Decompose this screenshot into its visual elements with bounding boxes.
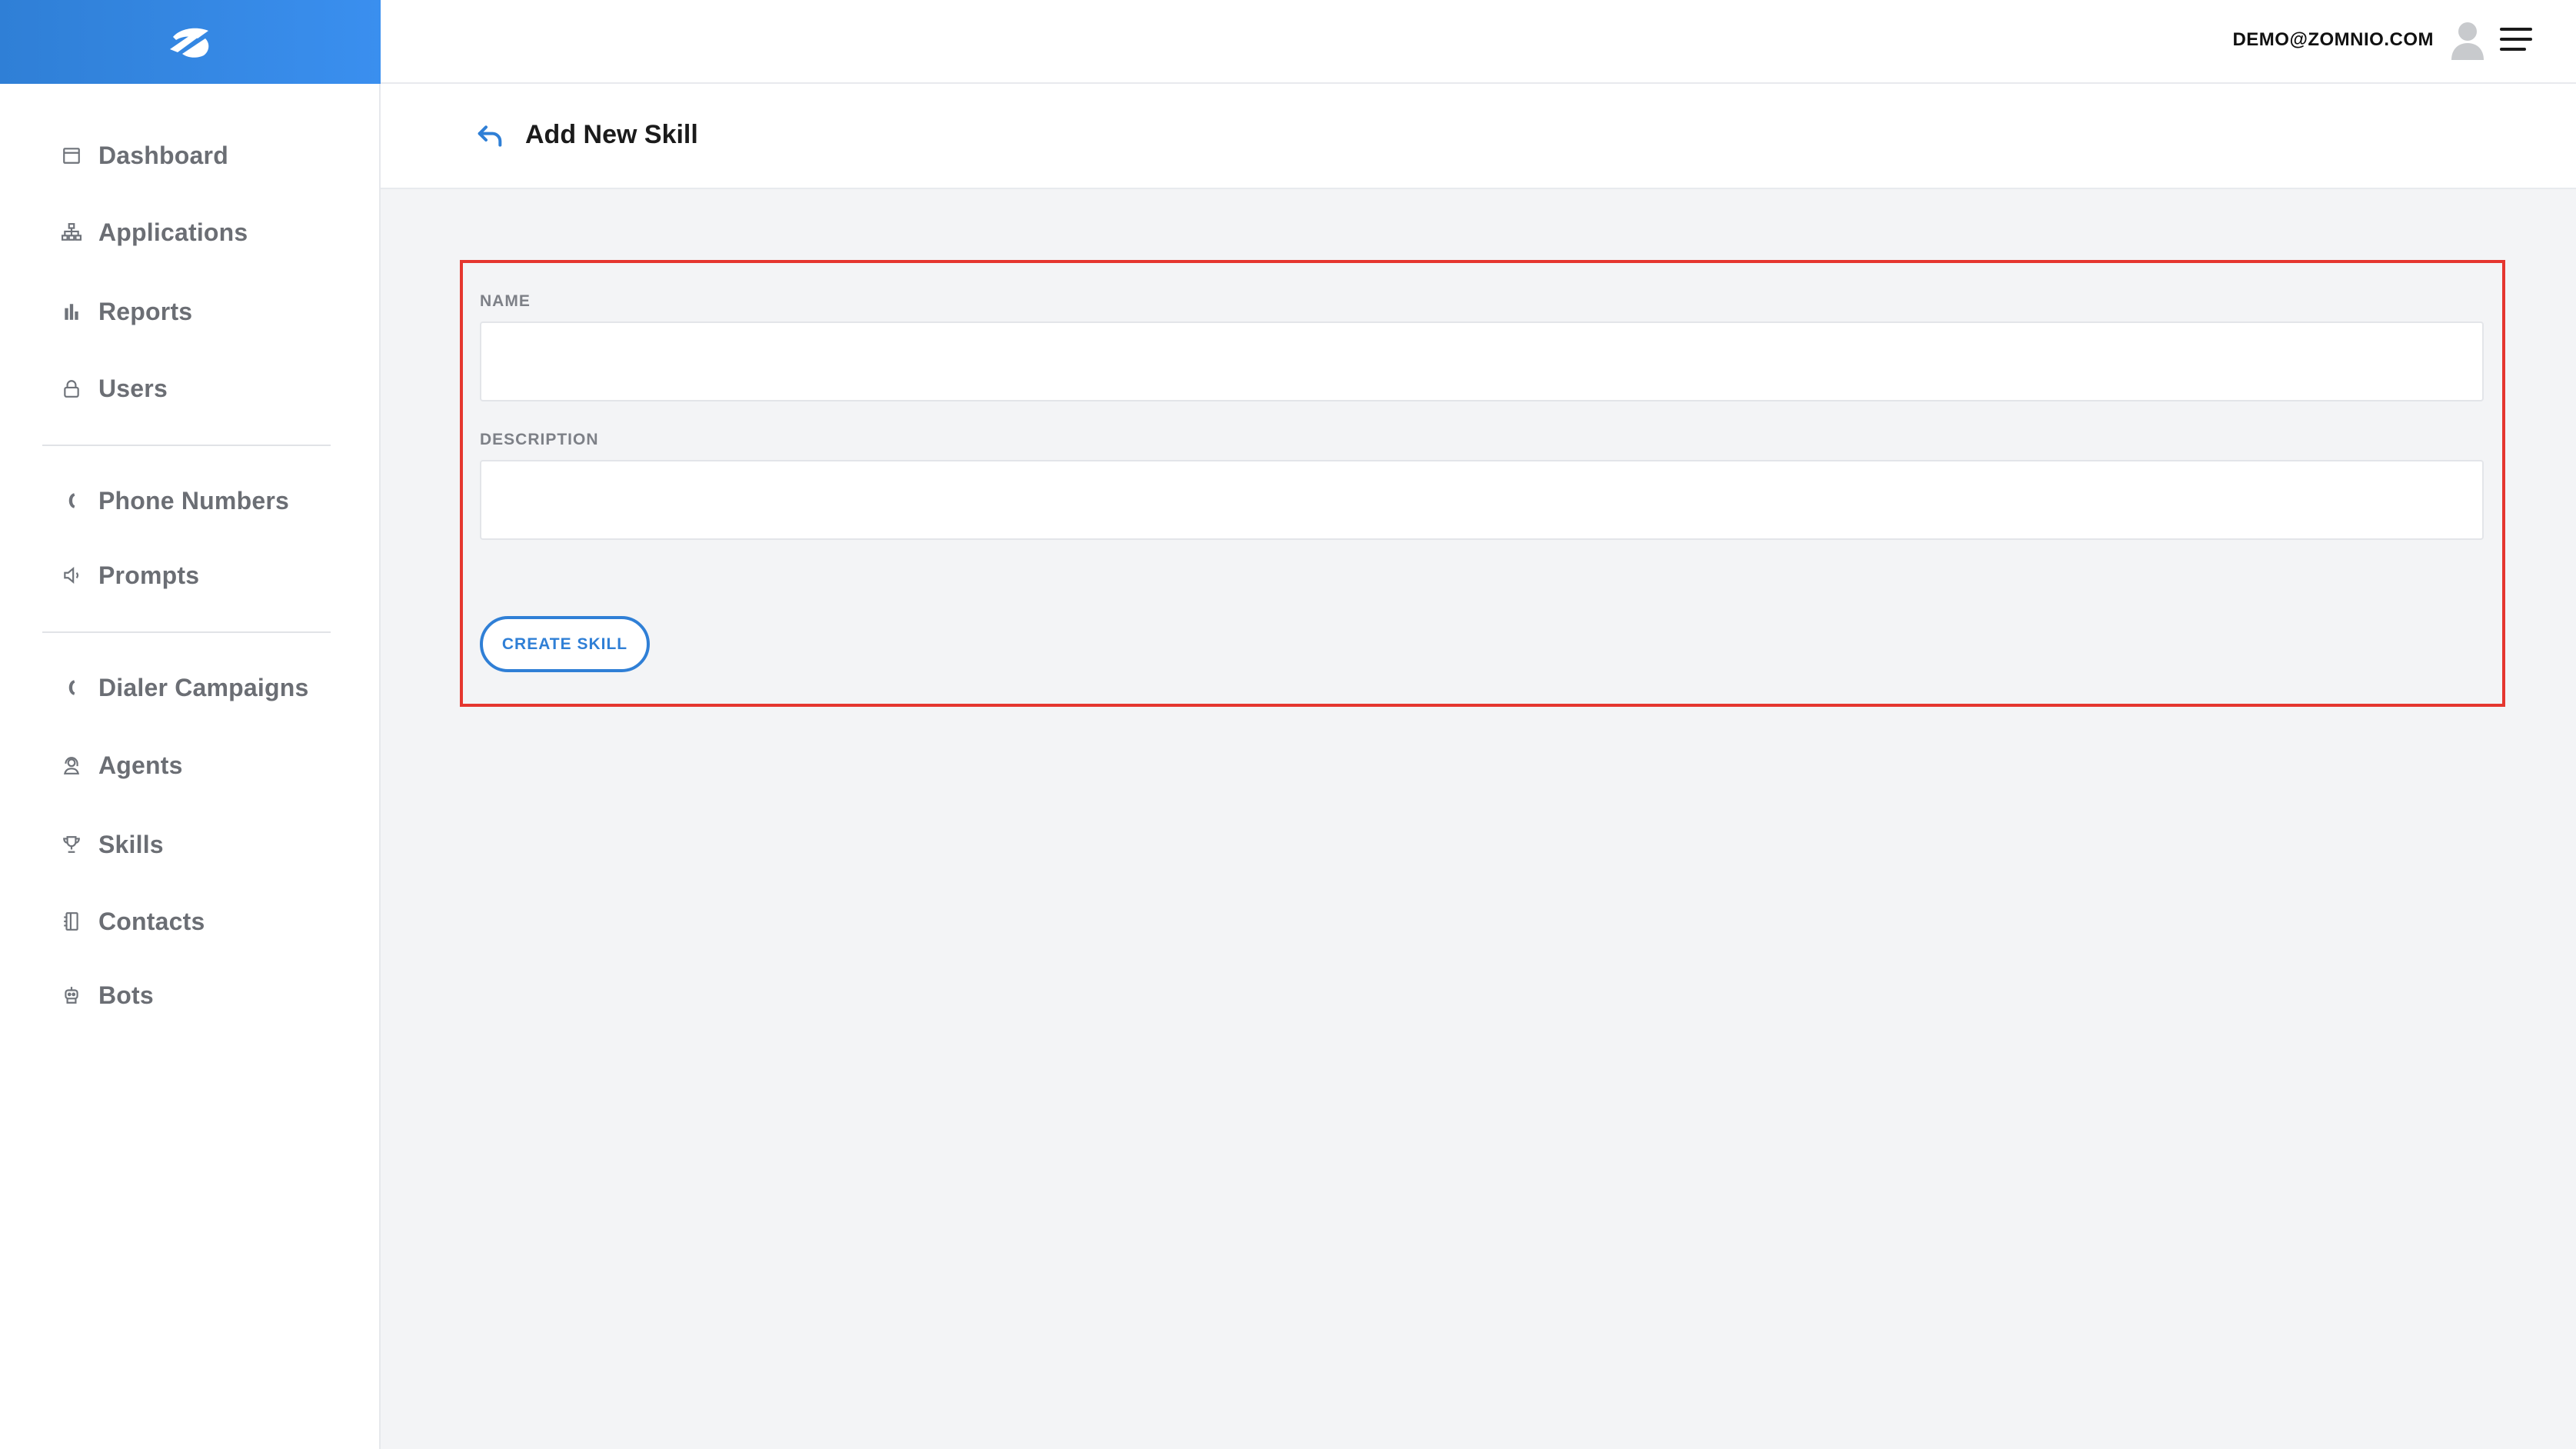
sidebar-item-prompts[interactable]: Prompts — [60, 552, 199, 598]
sidebar-item-reports[interactable]: Reports — [60, 288, 192, 335]
sidebar-item-label: Dialer Campaigns — [98, 673, 309, 701]
sidebar-item-dashboard[interactable]: Dashboard — [60, 132, 228, 178]
back-arrow-icon[interactable] — [474, 121, 505, 152]
sidebar-item-phone-numbers[interactable]: Phone Numbers — [60, 478, 289, 524]
sidebar-item-label: Applications — [98, 218, 248, 246]
sidebar-item-applications[interactable]: Applications — [60, 209, 248, 255]
sidebar-item-agents[interactable]: Agents — [60, 742, 183, 788]
bot-icon — [60, 984, 83, 1007]
sitemap-icon — [60, 221, 83, 244]
sidebar-divider — [42, 445, 331, 446]
add-skill-form: NAME DESCRIPTION CREATE SKILL — [460, 260, 2505, 707]
address-book-icon — [60, 910, 83, 933]
description-label: DESCRIPTION — [480, 431, 599, 448]
sidebar-item-bots[interactable]: Bots — [60, 972, 154, 1018]
zomnio-logo-icon — [169, 28, 208, 58]
calendar-icon — [60, 144, 83, 167]
create-skill-button[interactable]: CREATE SKILL — [480, 616, 650, 672]
speaker-icon — [60, 564, 83, 587]
brand-bar[interactable] — [0, 0, 381, 84]
trophy-icon — [60, 833, 83, 856]
sidebar-item-label: Bots — [98, 981, 154, 1009]
user-email[interactable]: DEMO@ZOMNIO.COM — [2232, 29, 2434, 51]
sidebar-item-label: Users — [98, 374, 168, 402]
sidebar-item-contacts[interactable]: Contacts — [60, 898, 205, 944]
bar-chart-icon — [60, 300, 83, 323]
sidebar-item-dialer-campaigns[interactable]: Dialer Campaigns — [60, 665, 309, 711]
agent-headset-icon — [60, 754, 83, 777]
sidebar-item-label: Phone Numbers — [98, 486, 289, 515]
sidebar-item-label: Skills — [98, 830, 164, 858]
sidebar-divider — [42, 631, 331, 633]
description-field[interactable] — [480, 460, 2484, 540]
name-label: NAME — [480, 292, 531, 310]
sidebar-item-label: Reports — [98, 297, 193, 325]
page-title: Add New Skill — [525, 120, 698, 149]
sidebar: Dashboard Applications Reports Users Pho… — [0, 0, 381, 1449]
main-content: NAME DESCRIPTION CREATE SKILL — [381, 189, 2576, 1449]
lock-user-icon — [60, 377, 83, 400]
sidebar-item-label: Dashboard — [98, 141, 228, 169]
user-avatar-icon[interactable] — [2450, 20, 2485, 60]
sidebar-item-label: Agents — [98, 751, 183, 779]
hamburger-menu-icon[interactable] — [2500, 28, 2532, 54]
top-bar: DEMO@ZOMNIO.COM — [381, 0, 2576, 84]
page-header: Add New Skill — [381, 84, 2576, 189]
sidebar-item-users[interactable]: Users — [60, 365, 168, 411]
sidebar-item-label: Prompts — [98, 561, 200, 589]
sidebar-item-label: Contacts — [98, 907, 205, 935]
sidebar-item-skills[interactable]: Skills — [60, 821, 164, 868]
phone-icon — [60, 489, 83, 512]
name-field[interactable] — [480, 321, 2484, 401]
phone-icon — [60, 676, 83, 699]
